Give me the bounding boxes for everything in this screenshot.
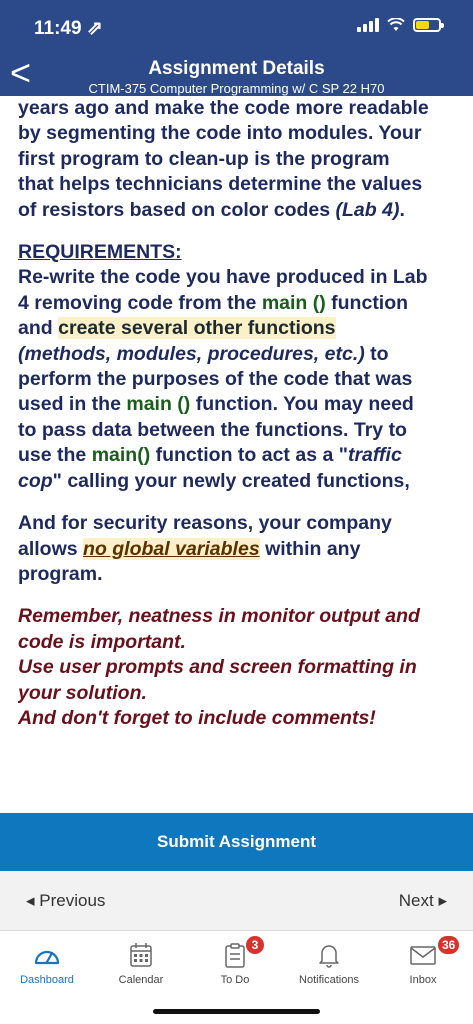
- text-line: used in the main () function. You may ne…: [18, 393, 414, 416]
- tab-dashboard[interactable]: Dashboard: [0, 940, 94, 986]
- todo-icon: [225, 943, 245, 968]
- assignment-nav: ◂ Previous Next ▸: [0, 871, 473, 931]
- status-icons: [357, 18, 444, 32]
- signal-icon: [357, 18, 379, 32]
- tab-todo[interactable]: 3 To Do: [188, 936, 282, 986]
- text-line: 4 removing code from the main () functio…: [18, 291, 409, 314]
- text-line: years ago and make the code more readabl…: [18, 97, 429, 119]
- highlighted-text: no global variables: [83, 537, 260, 560]
- dashboard-icon: [34, 950, 60, 965]
- text-line: perform the purposes of the code that wa…: [18, 368, 413, 391]
- tab-calendar[interactable]: Calendar: [94, 940, 188, 986]
- requirements-heading: REQUIREMENTS:: [18, 241, 182, 264]
- text-line: allows no global variables within any: [18, 537, 361, 560]
- text-line: and create several other functions: [18, 317, 336, 340]
- text-line: Remember, neatness in monitor output and: [18, 605, 420, 628]
- text-line: to pass data between the functions. Try …: [18, 418, 407, 441]
- text-line: And don't forget to include comments!: [18, 706, 376, 729]
- submit-assignment-button[interactable]: Submit Assignment: [0, 813, 473, 871]
- battery-icon: [413, 18, 444, 32]
- calendar-icon: [130, 943, 152, 967]
- previous-button[interactable]: ◂ Previous: [26, 891, 105, 911]
- inbox-badge: 36: [438, 936, 460, 954]
- text-line: use the main() function to act as a "tra…: [18, 444, 402, 467]
- text-line: by segmenting the code into modules. You…: [18, 122, 422, 145]
- course-subtitle: CTIM-375 Computer Programming w/ C SP 22…: [88, 81, 385, 96]
- text-line: (methods, modules, procedures, etc.) to: [18, 342, 389, 365]
- status-time: 11:49 ⇗: [34, 18, 103, 39]
- tab-dashboard-label: Dashboard: [20, 974, 74, 986]
- bell-icon: [319, 945, 339, 968]
- assignment-description: years ago and make the code more readabl…: [18, 96, 458, 811]
- text-line: code is important.: [18, 630, 186, 653]
- text-line: first program to clean-up is the program: [18, 147, 390, 170]
- text-line: Use user prompts and screen formatting i…: [18, 656, 417, 679]
- text-line: cop" calling your newly created function…: [18, 469, 410, 492]
- home-indicator: [153, 1009, 320, 1014]
- page-title: Assignment Details: [148, 58, 325, 79]
- app-header: 11:49 ⇗ < Assignment Details CTIM-375 Co…: [0, 0, 473, 96]
- text-line: that helps technicians determine the val…: [18, 173, 423, 196]
- text-line: And for security reasons, your company: [18, 512, 392, 535]
- todo-badge: 3: [246, 936, 264, 954]
- tab-calendar-label: Calendar: [118, 974, 164, 986]
- tab-notifications-label: Notifications: [299, 974, 359, 986]
- text-line: Re-write the code you have produced in L…: [18, 266, 428, 289]
- tab-inbox[interactable]: 36 Inbox: [376, 936, 470, 986]
- next-button[interactable]: Next ▸: [399, 891, 447, 911]
- wifi-icon: [387, 18, 405, 31]
- text-line: of resistors based on color codes (Lab 4…: [18, 198, 405, 221]
- tab-todo-label: To Do: [220, 974, 250, 986]
- tab-inbox-label: Inbox: [409, 974, 437, 986]
- mail-icon: [410, 946, 436, 965]
- tab-notifications[interactable]: Notifications: [282, 940, 376, 986]
- highlighted-text: create several other functions: [58, 317, 336, 340]
- text-line: program.: [18, 562, 103, 585]
- text-line: your solution.: [18, 681, 147, 704]
